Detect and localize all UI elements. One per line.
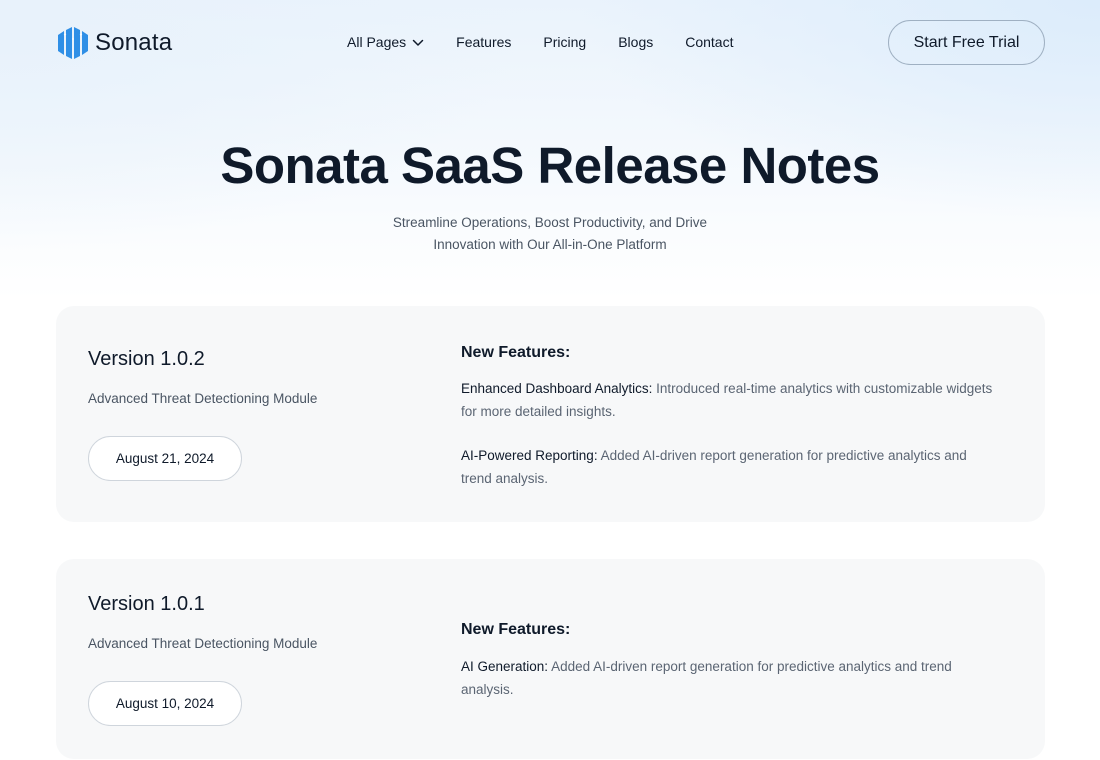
features-heading: New Features: — [461, 344, 571, 361]
release-card: Version 1.0.2 Advanced Threat Detectioni… — [56, 306, 1045, 522]
nav-contact[interactable]: Contact — [685, 34, 733, 50]
release-version: Version 1.0.1 — [88, 593, 205, 615]
features-heading: New Features: — [461, 621, 571, 638]
nav-pricing[interactable]: Pricing — [543, 34, 586, 50]
nav-all-pages-label: All Pages — [347, 34, 407, 50]
release-module: Advanced Threat Detectioning Module — [88, 636, 318, 651]
nav-blogs[interactable]: Blogs — [618, 34, 653, 50]
feature-item: Enhanced Dashboard Analytics: Introduced… — [461, 378, 1001, 423]
release-card: Version 1.0.1 Advanced Threat Detectioni… — [56, 559, 1045, 759]
start-free-trial-button[interactable]: Start Free Trial — [888, 20, 1045, 65]
feature-name: AI-Powered Reporting: — [461, 448, 598, 463]
subtitle-line-2: Innovation with Our All-in-One Platform — [433, 237, 667, 252]
logo-text: Sonata — [95, 29, 173, 56]
feature-item: AI Generation: Added AI-driven report ge… — [461, 656, 1001, 701]
release-date-badge: August 21, 2024 — [88, 436, 242, 481]
main-nav: All Pages Features Pricing Blogs Contact — [347, 34, 733, 50]
feature-item: AI-Powered Reporting: Added AI-driven re… — [461, 445, 1001, 490]
nav-all-pages[interactable]: All Pages — [347, 34, 424, 50]
release-version: Version 1.0.2 — [88, 348, 205, 370]
sonata-logo-icon — [56, 26, 89, 60]
feature-name: AI Generation: — [461, 659, 549, 674]
nav-features[interactable]: Features — [456, 34, 511, 50]
subtitle-line-1: Streamline Operations, Boost Productivit… — [392, 215, 708, 230]
feature-name: Enhanced Dashboard Analytics: — [461, 381, 653, 396]
page-subtitle: Streamline Operations, Boost Productivit… — [0, 212, 1100, 256]
logo[interactable]: Sonata — [56, 25, 172, 61]
release-module: Advanced Threat Detectioning Module — [88, 391, 318, 406]
release-date-badge: August 10, 2024 — [88, 681, 242, 726]
site-header: Sonata All Pages Features Pricing Blogs … — [0, 0, 1100, 86]
chevron-down-icon — [412, 34, 424, 50]
page-title: Sonata SaaS Release Notes — [220, 137, 880, 194]
